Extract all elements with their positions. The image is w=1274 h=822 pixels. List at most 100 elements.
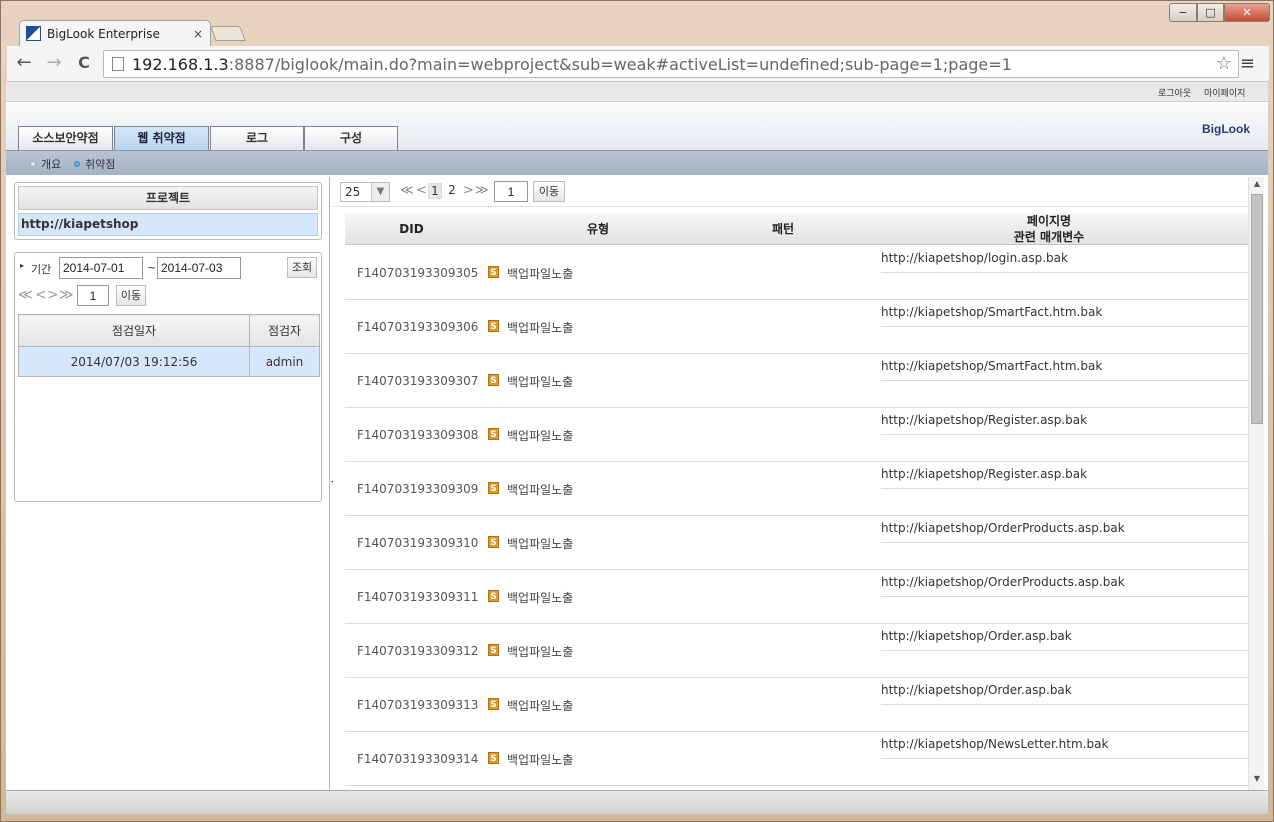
table-row[interactable]: F140703193309307 S 백업파일노출 http://kiapetshop… [345, 354, 1250, 408]
source-badge-icon: S [488, 482, 499, 494]
type-cell: 백업파일노출 [507, 699, 574, 713]
col-page[interactable]: 페이지명 관련 매개변수 [848, 213, 1250, 245]
forward-icon[interactable]: → [43, 52, 65, 74]
table-row[interactable]: F140703193309312 S 백업파일노출 http://kiapetshop… [345, 624, 1250, 678]
vertical-scrollbar[interactable]: ▲ ▼ [1248, 177, 1264, 790]
scroll-thumb[interactable] [1251, 194, 1263, 424]
tab-close-icon[interactable]: × [192, 27, 204, 41]
status-bar [6, 790, 1268, 814]
source-badge-icon: S [488, 536, 499, 548]
page-link-1[interactable]: 1 [428, 183, 442, 199]
last-page-icon[interactable]: ≫ [59, 287, 74, 303]
source-badge-icon: S [488, 266, 499, 278]
reload-icon[interactable]: C [73, 52, 95, 74]
did-cell: F140703193309314 [357, 752, 479, 766]
close-window-button[interactable]: ✕ [1224, 3, 1270, 22]
first-page-icon[interactable]: ≪ [18, 287, 33, 303]
page-url-cell[interactable]: http://kiapetshop/SmartFact.htm.bak [881, 359, 1250, 381]
prev-page-icon[interactable]: < [416, 183, 427, 198]
project-item[interactable]: http://kiapetshop [18, 213, 318, 236]
table-row[interactable]: F140703193309313 S 백업파일노출 http://kiapetshop… [345, 678, 1250, 732]
expand-triangle-icon: ▸ [20, 261, 25, 270]
page-url-cell[interactable]: http://kiapetshop/login.asp.bak [881, 251, 1250, 273]
col-checker[interactable]: 점검자 [249, 314, 320, 347]
tab-log[interactable]: 로그 [210, 126, 304, 151]
col-type[interactable]: 유형 [478, 213, 718, 245]
biglook-favicon-icon [26, 26, 41, 41]
table-row[interactable]: F140703193309306 S 백업파일노출 http://kiapetshop… [345, 300, 1250, 354]
period-label: 기간 [31, 263, 52, 276]
page-url-cell[interactable]: http://kiapetshop/Register.asp.bak [881, 467, 1250, 489]
page-url-cell[interactable]: http://kiapetshop/Order.asp.bak [881, 629, 1250, 651]
type-cell: 백업파일노출 [507, 321, 574, 335]
maximize-button[interactable]: □ [1197, 3, 1224, 22]
chevron-down-icon: ▼ [371, 183, 389, 201]
new-tab-button[interactable] [210, 26, 246, 41]
table-row[interactable]: F140703193309310 S 백업파일노출 http://kiapetshop… [345, 516, 1250, 570]
type-cell: 백업파일노출 [507, 645, 574, 659]
first-page-icon[interactable]: ≪ [400, 183, 414, 198]
subtab-vulnerability[interactable]: 취약점 [74, 156, 115, 172]
browser-tab[interactable]: BigLook Enterprise × [19, 20, 211, 46]
page-link-2[interactable]: 2 [445, 183, 459, 197]
page-url-cell[interactable]: http://kiapetshop/Register.asp.bak [881, 413, 1250, 435]
page-url-cell[interactable]: http://kiapetshop/Order.asp.bak [881, 683, 1250, 705]
logout-link[interactable]: 로그아웃 [1158, 86, 1191, 99]
back-icon[interactable]: ← [13, 52, 35, 74]
minimize-button[interactable]: − [1169, 3, 1197, 22]
prev-page-icon[interactable]: < [35, 287, 47, 303]
list-header: DID 유형 패턴 페이지명 관련 매개변수 [345, 213, 1250, 245]
page-icon [112, 57, 124, 71]
list-pager: 25 ▼ ≪ < 1 2 > ≫ 이동 [333, 177, 1248, 207]
checker-cell: admin [249, 346, 320, 377]
tab-source-security[interactable]: 소스보안약점 [18, 126, 113, 151]
subtab-overview[interactable]: 개요 [30, 156, 61, 172]
bookmark-star-icon[interactable]: ☆ [1216, 53, 1232, 74]
last-page-icon[interactable]: ≫ [475, 183, 489, 198]
did-cell: F140703193309310 [357, 536, 479, 550]
next-page-icon[interactable]: > [463, 183, 474, 198]
check-history-table: 점검일자 점검자 2014/07/03 19:12:56 admin [18, 314, 320, 377]
address-bar[interactable]: 192.168.1.3:8887/biglook/main.do?main=we… [103, 50, 1239, 78]
page-size-select[interactable]: 25 ▼ [340, 182, 390, 202]
page-url-cell[interactable]: http://kiapetshop/SmartFact.htm.bak [881, 305, 1250, 327]
scroll-up-icon[interactable]: ▲ [1249, 179, 1265, 193]
app-container: 로그아웃 마이페이지 소스보안약점 웹 취약점 로그 구성 BigLook 개요… [6, 82, 1268, 790]
table-row[interactable]: F140703193309311 S 백업파일노출 http://kiapetshop… [345, 570, 1250, 624]
table-row[interactable]: F140703193309314 S 백업파일노출 http://kiapetshop… [345, 732, 1250, 786]
table-row[interactable]: F140703193309308 S 백업파일노출 http://kiapetshop… [345, 408, 1250, 462]
list-page-input[interactable] [494, 181, 528, 202]
browser-menu-icon[interactable]: ≡ [1240, 53, 1255, 74]
period-from-input[interactable] [59, 257, 143, 279]
did-cell: F140703193309305 [357, 266, 479, 280]
tab-web-vulnerability[interactable]: 웹 취약점 [114, 126, 209, 151]
table-row[interactable]: 2014/07/03 19:12:56 admin [18, 346, 320, 377]
tab-config[interactable]: 구성 [304, 126, 398, 151]
type-cell: 백업파일노출 [507, 429, 574, 443]
page-number-input[interactable] [77, 285, 109, 306]
page-url-cell[interactable]: http://kiapetshop/NewsLetter.htm.bak [881, 737, 1250, 759]
period-to-input[interactable] [157, 257, 241, 279]
search-button[interactable]: 조회 [287, 257, 317, 278]
page-url-cell[interactable]: http://kiapetshop/OrderProducts.asp.bak [881, 575, 1250, 597]
next-page-icon[interactable]: > [47, 287, 59, 303]
table-row[interactable]: F140703193309305 S 백업파일노출 http://kiapetshop… [345, 246, 1250, 300]
period-separator: ~ [147, 261, 157, 274]
page-url-cell[interactable]: http://kiapetshop/OrderProducts.asp.bak [881, 521, 1250, 543]
table-row[interactable]: F140703193309309 S 백업파일노출 http://kiapetshop… [345, 462, 1250, 516]
project-header: 프로젝트 [18, 186, 318, 210]
utility-bar: 로그아웃 마이페이지 [6, 82, 1268, 102]
scroll-down-icon[interactable]: ▼ [1249, 774, 1265, 788]
browser-toolbar: ← → C 192.168.1.3:8887/biglook/main.do?m… [7, 46, 1269, 82]
radio-dot-active-icon [74, 161, 80, 167]
mypage-link[interactable]: 마이페이지 [1204, 86, 1245, 99]
brand-logo: BigLook [1202, 122, 1250, 136]
go-page-button[interactable]: 이동 [116, 285, 146, 306]
list-go-button[interactable]: 이동 [533, 181, 565, 202]
col-check-date[interactable]: 점검일자 [18, 314, 250, 347]
sub-navigation: 개요 취약점 [6, 150, 1268, 175]
col-pattern[interactable]: 패턴 [718, 213, 848, 245]
col-did[interactable]: DID [345, 213, 478, 245]
source-badge-icon: S [488, 752, 499, 764]
type-cell: 백업파일노출 [507, 753, 574, 767]
